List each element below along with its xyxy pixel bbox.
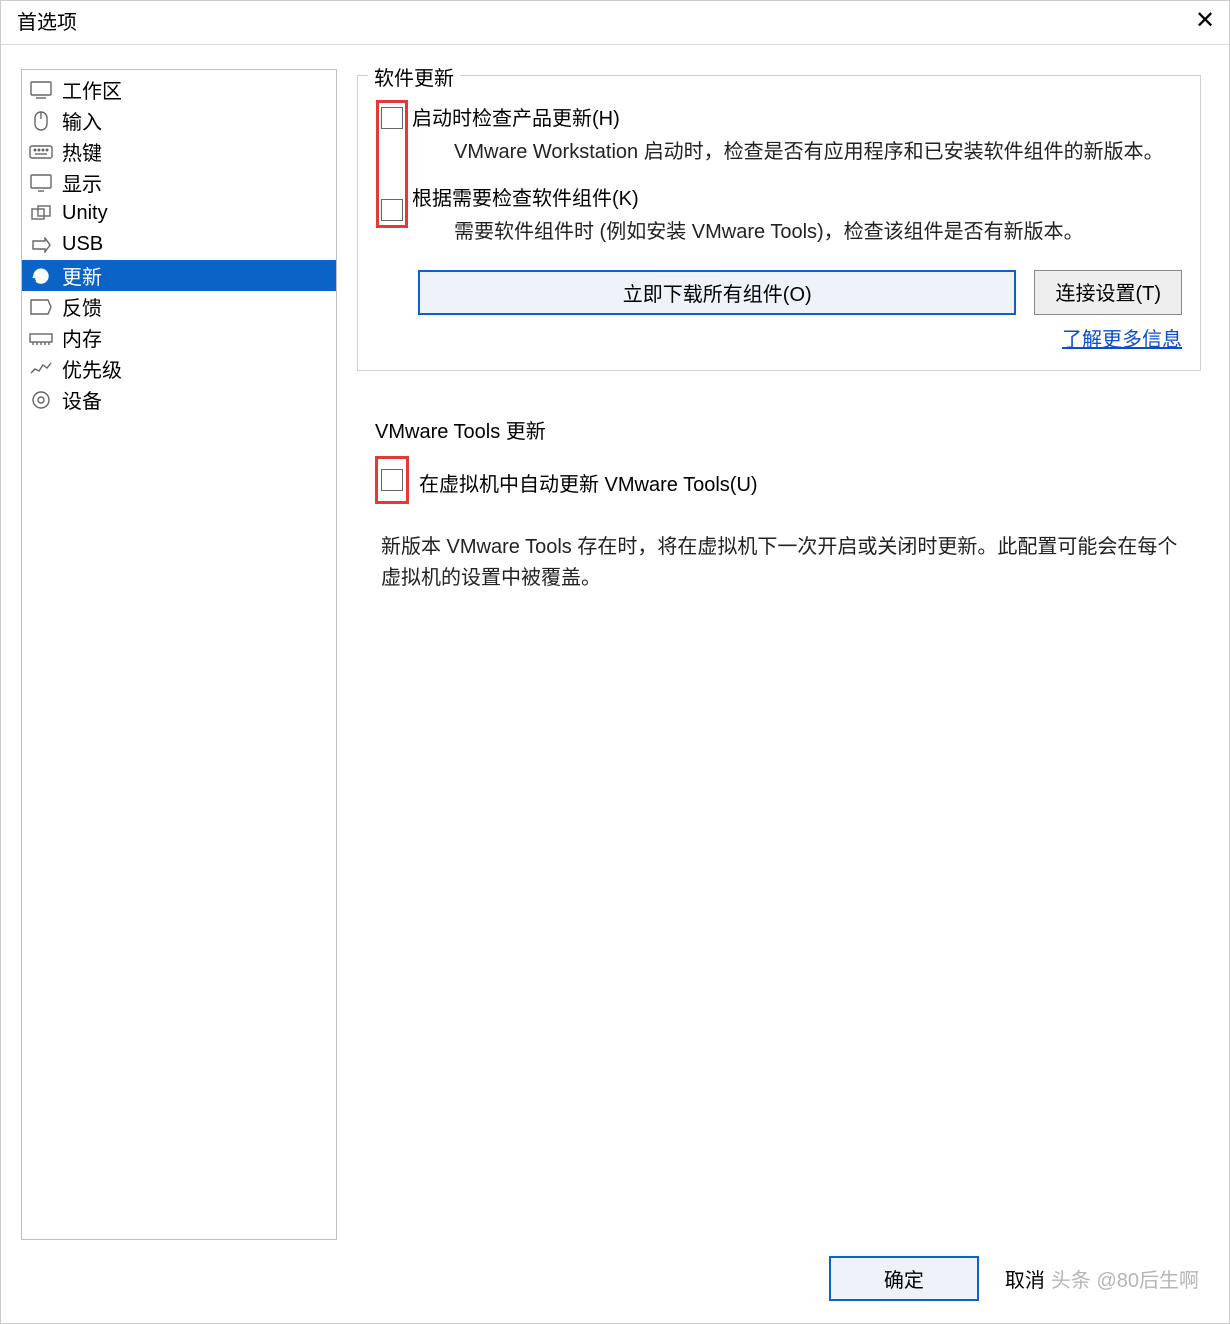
- sidebar-item-label: 设备: [62, 385, 102, 414]
- connection-settings-button[interactable]: 连接设置(T): [1034, 270, 1182, 315]
- sidebar-item-label: Unity: [62, 202, 108, 225]
- window-title: 首选项: [17, 6, 77, 35]
- sidebar-item-unity[interactable]: Unity: [22, 198, 336, 229]
- close-button[interactable]: ✕: [1181, 9, 1229, 33]
- refresh-icon: [28, 265, 54, 287]
- checkbox-check-startup[interactable]: [381, 107, 403, 129]
- sidebar-item-input[interactable]: 输入: [22, 105, 336, 136]
- titlebar: 首选项 ✕: [1, 1, 1229, 45]
- cancel-and-watermark: 取消 头条 @80后生啊: [1005, 1264, 1199, 1293]
- learn-more-link[interactable]: 了解更多信息: [1062, 329, 1182, 351]
- usb-icon: [28, 234, 54, 256]
- description-auto-update: 新版本 VMware Tools 存在时，将在虚拟机下一次开启或关闭时更新。此配…: [381, 532, 1183, 594]
- watermark-text: 头条 @80后生啊: [1051, 1264, 1199, 1293]
- sidebar-item-label: 输入: [62, 106, 102, 135]
- cancel-button[interactable]: 取消: [1005, 1264, 1045, 1293]
- sidebar-item-label: 显示: [62, 168, 102, 197]
- keyboard-icon: [28, 141, 54, 163]
- sidebar-item-usb[interactable]: USB: [22, 229, 336, 260]
- description-startup: VMware Workstation 启动时，检查是否有应用程序和已安装软件组件…: [454, 137, 1182, 168]
- sidebar-item-label: 内存: [62, 323, 102, 352]
- dialog-footer: 确定 取消 头条 @80后生啊: [1, 1240, 1229, 1323]
- memory-icon: [28, 327, 54, 349]
- workspace-icon: [28, 79, 54, 101]
- sidebar-item-label: 工作区: [62, 75, 122, 104]
- display-icon: [28, 172, 54, 194]
- sidebar-item-workspace[interactable]: 工作区: [22, 74, 336, 105]
- download-all-button[interactable]: 立即下载所有组件(O): [418, 270, 1016, 315]
- checkbox-check-on-demand[interactable]: [381, 199, 403, 221]
- checkbox-label-on-demand[interactable]: 根据需要检查软件组件(K): [412, 182, 639, 211]
- priority-icon: [28, 358, 54, 380]
- sidebar-item-priority[interactable]: 优先级: [22, 353, 336, 384]
- ok-button[interactable]: 确定: [829, 1256, 979, 1301]
- sidebar-item-memory[interactable]: 内存: [22, 322, 336, 353]
- mouse-icon: [28, 110, 54, 132]
- sidebar-item-devices[interactable]: 设备: [22, 384, 336, 415]
- sidebar-item-updates[interactable]: 更新: [22, 260, 336, 291]
- content-panel: 软件更新 启动时检查产品更新(H) VMware Workstation 启动时…: [357, 69, 1201, 1240]
- sidebar: 工作区 输入 热键 显示 Unity USB: [21, 69, 337, 1240]
- devices-icon: [28, 389, 54, 411]
- sidebar-item-label: 更新: [62, 261, 102, 290]
- highlight-annotation: [375, 456, 409, 504]
- sidebar-item-display[interactable]: 显示: [22, 167, 336, 198]
- sidebar-item-label: 热键: [62, 137, 102, 166]
- sidebar-item-feedback[interactable]: 反馈: [22, 291, 336, 322]
- feedback-icon: [28, 296, 54, 318]
- sidebar-item-label: 优先级: [62, 354, 122, 383]
- checkbox-label-auto-update[interactable]: 在虚拟机中自动更新 VMware Tools(U): [419, 468, 758, 497]
- checkbox-auto-update-tools[interactable]: [381, 469, 403, 491]
- sidebar-item-label: USB: [62, 233, 103, 256]
- group-vmware-tools: VMware Tools 更新 在虚拟机中自动更新 VMware Tools(U…: [357, 399, 1201, 626]
- description-on-demand: 需要软件组件时 (例如安装 VMware Tools)，检查该组件是否有新版本。: [454, 217, 1182, 248]
- sidebar-item-hotkeys[interactable]: 热键: [22, 136, 336, 167]
- group-title: VMware Tools 更新: [375, 415, 1183, 444]
- group-software-updates: 软件更新 启动时检查产品更新(H) VMware Workstation 启动时…: [357, 75, 1201, 371]
- unity-icon: [28, 203, 54, 225]
- highlight-annotation: [376, 100, 408, 228]
- sidebar-item-label: 反馈: [62, 292, 102, 321]
- checkbox-label-startup[interactable]: 启动时检查产品更新(H): [412, 102, 620, 131]
- group-title: 软件更新: [368, 62, 460, 91]
